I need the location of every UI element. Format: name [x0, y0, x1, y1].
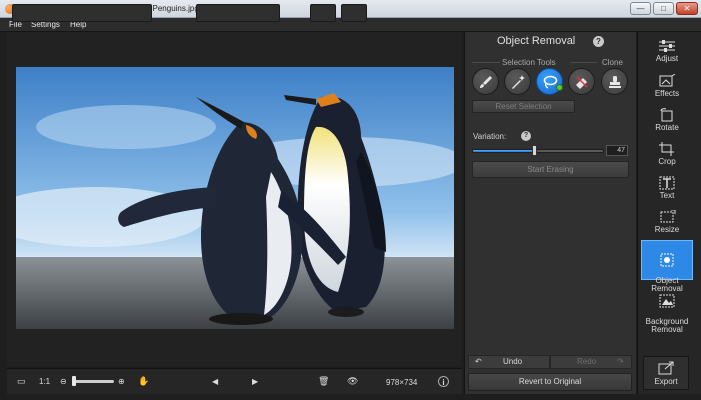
preview-group [341, 4, 367, 22]
eraser-icon [576, 76, 588, 89]
export-button[interactable]: Export [643, 356, 689, 390]
magic-wand-tool-button[interactable] [504, 68, 531, 95]
brush-tool-button[interactable] [472, 68, 499, 95]
background-removal-icon [659, 294, 675, 308]
strip-label: Rotate [655, 123, 679, 132]
undo-label: Undo [503, 357, 523, 366]
variation-slider[interactable] [472, 149, 604, 153]
reset-selection-button[interactable]: Reset Selection [472, 100, 575, 113]
redo-icon: ↷ [617, 357, 624, 366]
stamp-icon [609, 76, 621, 88]
strip-item-text[interactable]: Text [641, 176, 693, 206]
redo-label: Redo [577, 357, 597, 366]
photo-penguins[interactable] [16, 67, 454, 329]
effects-icon [659, 74, 676, 87]
start-erasing-button[interactable]: Start Erasing [472, 161, 629, 178]
undo-redo-bar: ↶ Undo Redo ↷ [468, 355, 632, 369]
minimize-button[interactable]: — [630, 2, 651, 15]
next-image-icon[interactable]: ▶ [252, 377, 258, 386]
zoom-1to1-button[interactable]: 1:1 [39, 377, 50, 386]
strip-item-adjust[interactable]: Adjust [641, 39, 693, 69]
zoom-group [12, 4, 152, 22]
object-removal-icon [660, 253, 674, 267]
resize-icon [660, 210, 676, 223]
variation-label: Variation: [473, 132, 507, 141]
strip-label: Background Removal [645, 317, 689, 334]
fit-screen-icon[interactable]: ▭ [17, 376, 26, 387]
zoom-out-icon[interactable]: ⊖ [60, 377, 67, 386]
selection-tools-label: Selection Tools [502, 58, 556, 67]
strip-label: Effects [654, 89, 680, 98]
help-icon[interactable]: ? [593, 36, 604, 47]
crop-icon [659, 142, 674, 156]
revert-to-original-button[interactable]: Revert to Original [468, 373, 632, 391]
panel-title: Object Removal [497, 35, 576, 47]
strip-item-rotate[interactable]: Rotate [641, 108, 693, 138]
info-icon[interactable]: i [438, 376, 449, 387]
clone-stamp-tool-button[interactable] [601, 68, 628, 95]
undo-button[interactable]: ↶ Undo [468, 355, 550, 369]
redo-button[interactable]: Redo ↷ [550, 355, 632, 369]
strip-item-effects[interactable]: Effects [641, 74, 693, 104]
strip-item-resize[interactable]: Resize [641, 210, 693, 240]
trash-icon[interactable]: 🗑 [318, 376, 329, 387]
clone-label: Clone [602, 58, 623, 67]
strip-label: Crop [658, 157, 676, 166]
active-tool-indicator [556, 84, 563, 91]
image-size: 978×734 [386, 378, 418, 387]
brush-icon [480, 76, 492, 88]
maximize-button[interactable]: □ [653, 2, 674, 15]
zoom-slider[interactable] [72, 380, 114, 383]
zoom-in-icon[interactable]: ⊕ [118, 377, 125, 386]
variation-slider-thumb[interactable] [532, 145, 538, 156]
strip-label: Resize [654, 225, 680, 234]
strip-item-background-removal[interactable]: Background Removal [641, 286, 693, 334]
strip-label: Adjust [655, 54, 679, 63]
magic-wand-icon [512, 75, 525, 89]
close-button[interactable]: ✕ [676, 2, 698, 15]
divider [570, 62, 597, 63]
eye-icon[interactable]: 👁 [347, 376, 358, 387]
variation-slider-fill [473, 150, 535, 152]
previous-image-icon[interactable]: ◀ [212, 377, 218, 386]
divider [472, 62, 500, 63]
hand-tool-icon[interactable]: ✋ [138, 376, 149, 387]
zoom-slider-thumb[interactable] [72, 376, 76, 386]
variation-value[interactable]: 47 [606, 145, 628, 156]
variation-help-icon[interactable]: ? [521, 131, 531, 141]
navigation-group [196, 4, 280, 22]
strip-item-crop[interactable]: Crop [641, 142, 693, 172]
strip-label: Text [659, 191, 675, 200]
undo-icon: ↶ [475, 357, 482, 366]
strip-item-object-removal[interactable]: Object Removal [641, 240, 693, 293]
delete-group [310, 4, 336, 22]
eraser-tool-button[interactable] [568, 68, 595, 95]
export-label: Export [654, 377, 678, 386]
sliders-icon [659, 40, 675, 52]
text-icon [659, 176, 675, 190]
export-icon [658, 361, 674, 375]
rotate-icon [660, 108, 673, 122]
